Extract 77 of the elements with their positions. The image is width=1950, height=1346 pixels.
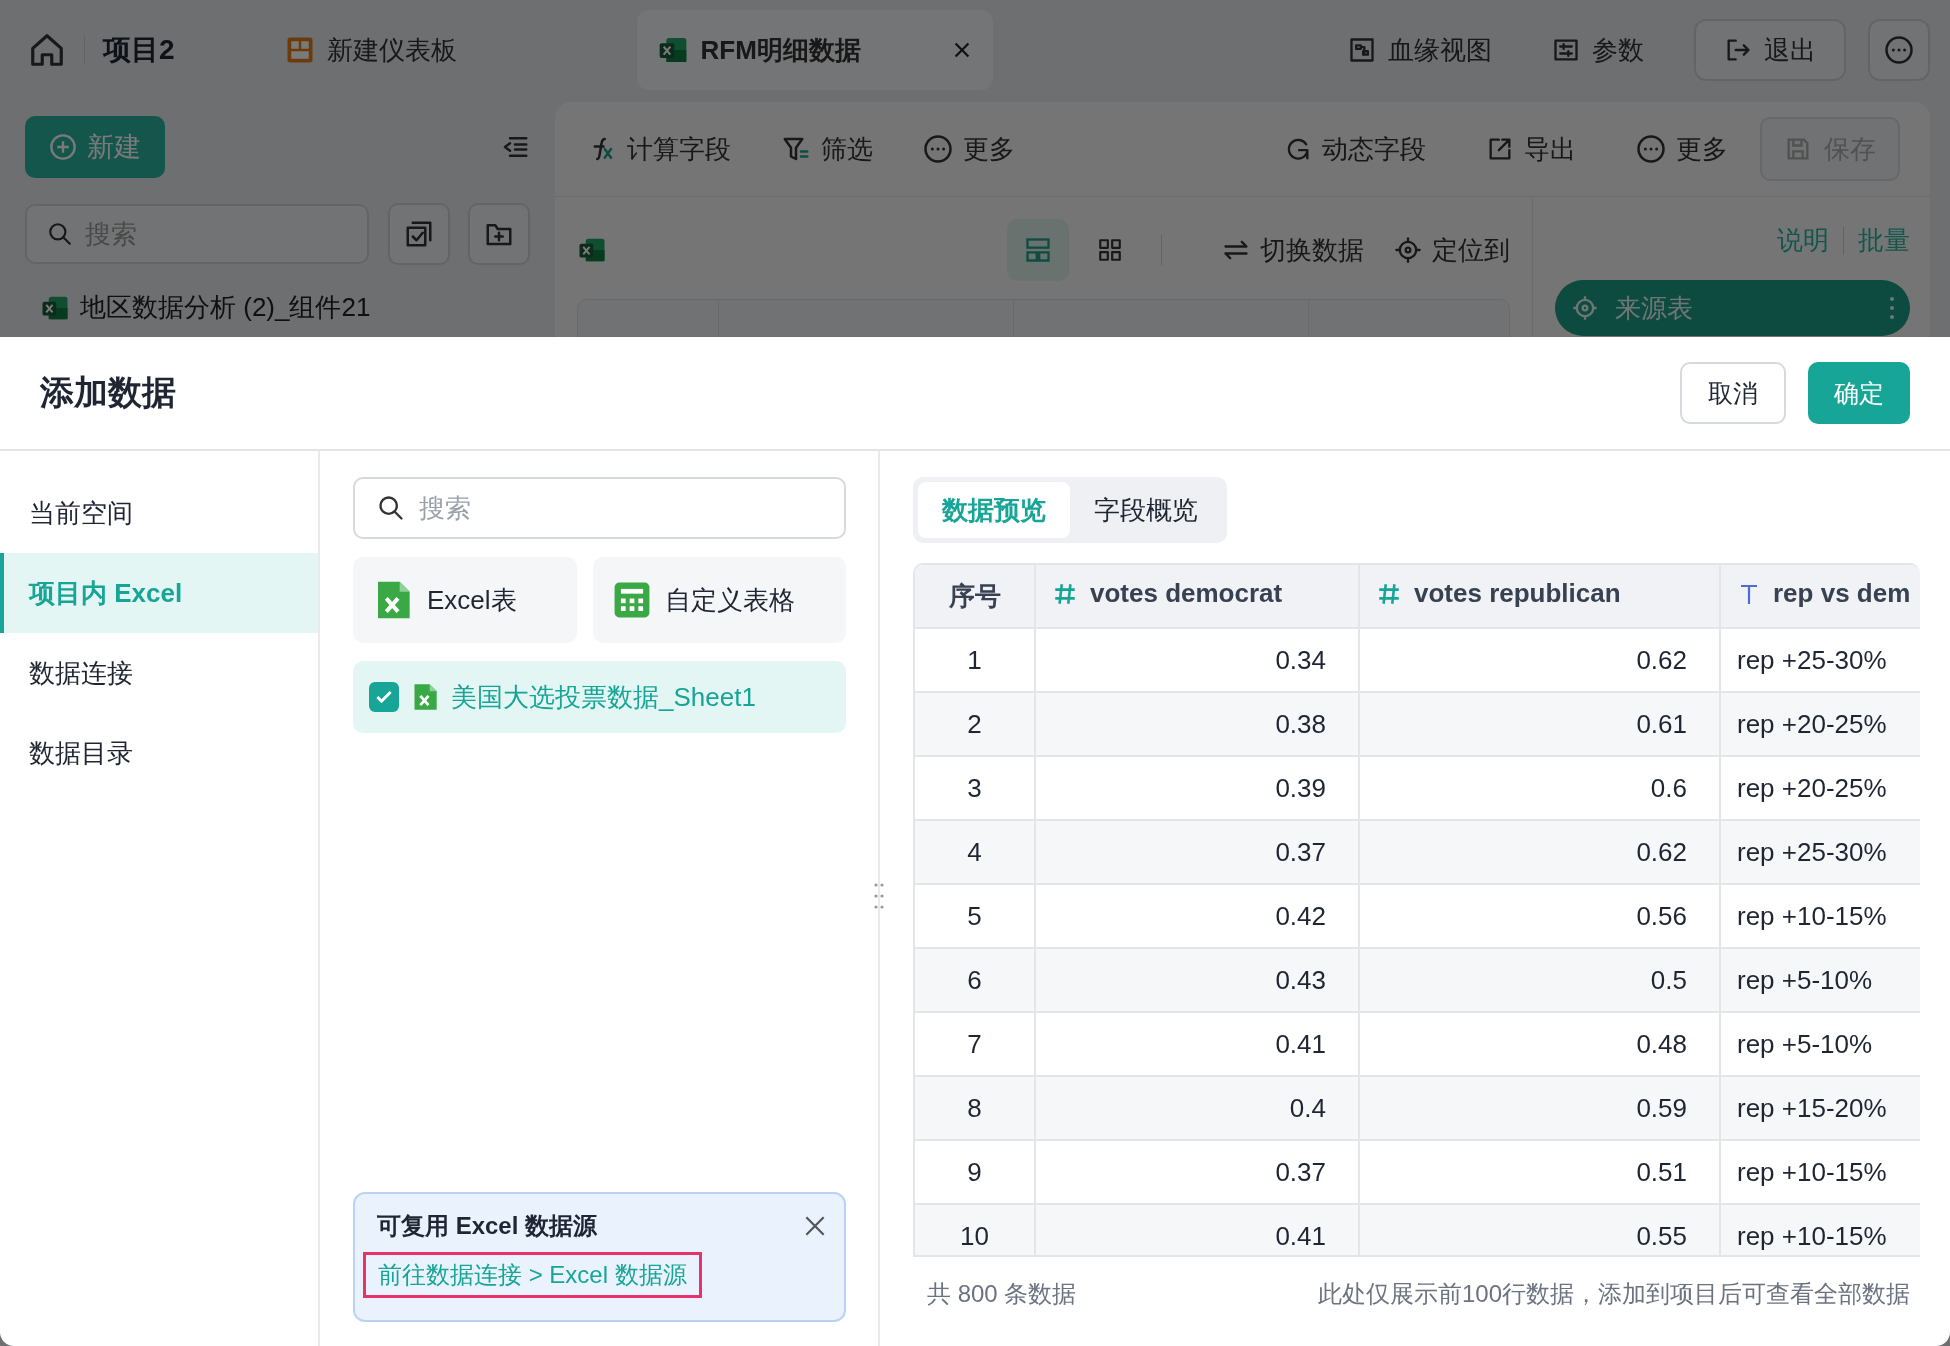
table-grid-icon: [613, 581, 651, 619]
file-item[interactable]: 美国大选投票数据_Sheet1: [353, 661, 846, 733]
table-cell: 0.5: [1359, 948, 1720, 1012]
table-cell: 0.41: [1035, 1204, 1359, 1255]
confirm-button[interactable]: 确定: [1808, 362, 1910, 424]
table-cell: 4: [915, 820, 1035, 884]
plus-circle-icon: [49, 133, 77, 161]
link[interactable]: 前往数据连接 > Excel 数据源: [363, 1252, 702, 1298]
table-cell: rep +20-25%: [1720, 692, 1920, 756]
target-icon: [1571, 294, 1599, 322]
tab[interactable]: 字段概览: [1070, 482, 1222, 538]
toolbar-button[interactable]: 定位到: [1394, 232, 1510, 268]
table-cell: 6: [915, 948, 1035, 1012]
notice-title: 可复用 Excel 数据源: [377, 1211, 598, 1241]
select-button[interactable]: [387, 203, 450, 265]
dialog-title: 添加数据: [40, 372, 177, 413]
cancel-button[interactable]: 取消: [1680, 362, 1786, 424]
toolbar-button[interactable]: 更多: [1636, 131, 1728, 167]
checkbox[interactable]: [369, 682, 399, 712]
table-cell: 0.37: [1035, 820, 1359, 884]
new-folder-button[interactable]: [468, 203, 530, 265]
column-header: 序号: [915, 565, 1035, 628]
diagram-icon: [1348, 36, 1376, 64]
search-icon: [377, 494, 405, 522]
toolbar-button[interactable]: 导出: [1486, 131, 1576, 167]
nav-item[interactable]: 数据目录: [0, 713, 318, 793]
nav-item[interactable]: 当前空间: [0, 473, 318, 553]
search-field[interactable]: 搜索: [353, 477, 846, 539]
toolbar-button[interactable]: 血缘视图: [1348, 32, 1492, 68]
more-icon: [1884, 35, 1914, 65]
toolbar-button[interactable]: 更多: [923, 131, 1015, 167]
column-header: rep vs dem: [1720, 565, 1920, 628]
kebab-icon: [1888, 295, 1896, 321]
table-cell: 10: [915, 1204, 1035, 1255]
table-view-icon: [1024, 236, 1052, 264]
target-icon: [1394, 236, 1422, 264]
table-cell: 0.43: [1035, 948, 1359, 1012]
toolbar-button[interactable]: 筛选: [781, 131, 873, 167]
sidebar-item[interactable]: 地区数据分析 (2)_组件21: [25, 290, 530, 325]
toolbar-button[interactable]: 计算字段: [585, 131, 731, 167]
view-toggle[interactable]: [1007, 219, 1069, 281]
column-header: votes republican: [1359, 565, 1720, 628]
table-cell: 0.4: [1035, 1076, 1359, 1140]
toolbar-button[interactable]: 切换数据: [1222, 232, 1364, 268]
source-card[interactable]: Excel表: [353, 557, 577, 643]
nav-item[interactable]: 项目内 Excel: [0, 553, 318, 633]
toolbar-button[interactable]: 动态字段: [1284, 131, 1426, 167]
table-cell: 2: [915, 692, 1035, 756]
new-button[interactable]: 新建: [25, 116, 165, 178]
project-title: 项目2: [103, 33, 175, 67]
toolbar-button[interactable]: 参数: [1552, 32, 1644, 68]
table-cell: 0.62: [1359, 820, 1720, 884]
table-cell: 0.55: [1359, 1204, 1720, 1255]
table-cell: 0.38: [1035, 692, 1359, 756]
record-count: 共 800 条数据: [927, 1279, 1077, 1309]
exit-button[interactable]: 退出: [1694, 19, 1846, 81]
table-cell: 8: [915, 1076, 1035, 1140]
tab[interactable]: 数据预览: [918, 482, 1070, 538]
search-icon: [47, 221, 73, 247]
table-cell: rep +5-10%: [1720, 948, 1920, 1012]
nav-item[interactable]: 数据连接: [0, 633, 318, 713]
column-header: votes democrat: [1035, 565, 1359, 628]
document-tab[interactable]: RFM明细数据: [636, 10, 993, 90]
table-cell: 0.59: [1359, 1076, 1720, 1140]
grid-view-icon: [1097, 237, 1123, 263]
table-cell: 0.61: [1359, 692, 1720, 756]
table-cell: rep +15-20%: [1720, 1076, 1920, 1140]
preview-note: 此处仅展示前100行数据，添加到项目后可查看全部数据: [1317, 1279, 1910, 1309]
source-node[interactable]: 来源表: [1555, 280, 1910, 336]
home-icon: [28, 31, 66, 69]
more-button[interactable]: [1868, 19, 1930, 81]
more-icon: [923, 134, 953, 164]
table-cell: rep +10-15%: [1720, 1204, 1920, 1255]
source-card[interactable]: 自定义表格: [593, 557, 846, 643]
table-cell: rep +25-30%: [1720, 820, 1920, 884]
more-icon: [1636, 134, 1666, 164]
document-tab[interactable]: 新建仪表板: [264, 10, 477, 90]
